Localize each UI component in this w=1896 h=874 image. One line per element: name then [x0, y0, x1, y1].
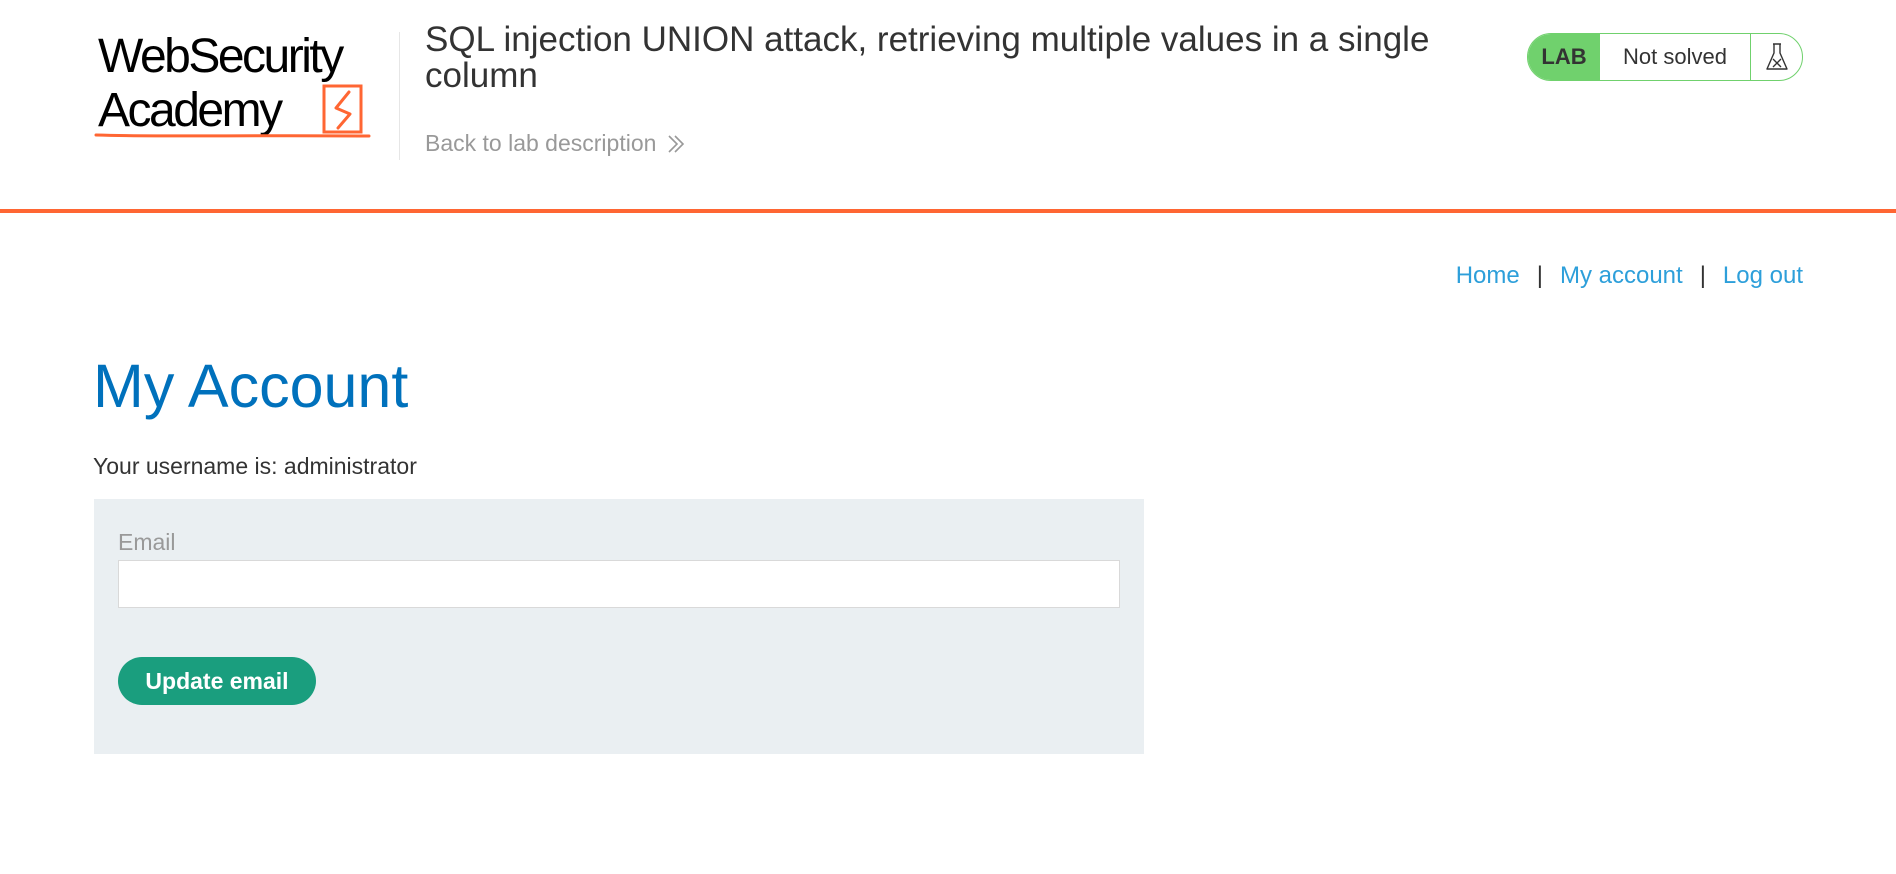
- nav-separator: |: [1699, 262, 1706, 289]
- web-security-academy-logo: WebSecurity Academy: [94, 30, 371, 138]
- email-field[interactable]: [118, 560, 1120, 608]
- nav-separator: |: [1536, 262, 1543, 289]
- logo-line1: WebSecurity: [98, 30, 344, 83]
- lab-header: WebSecurity Academy SQL injection UNION …: [0, 0, 1896, 213]
- lab-status-text: Not solved: [1600, 34, 1751, 80]
- logo-box: [322, 84, 363, 134]
- update-email-button[interactable]: Update email: [118, 657, 316, 705]
- header-divider: [399, 32, 400, 160]
- logo-underline: [94, 133, 371, 138]
- top-nav: Home | My account | Log out: [1456, 262, 1803, 290]
- nav-my-account-link[interactable]: My account: [1560, 262, 1683, 290]
- nav-home-link[interactable]: Home: [1456, 262, 1520, 290]
- page-title: My Account: [93, 352, 409, 420]
- email-label: Email: [118, 529, 176, 555]
- back-link-label: Back to lab description: [425, 130, 657, 156]
- double-chevron-right-icon: [668, 134, 685, 153]
- nav-log-out-link[interactable]: Log out: [1723, 262, 1803, 290]
- lab-status-widget: LAB Not solved: [1527, 33, 1803, 81]
- username-text: Your username is: administrator: [93, 453, 417, 479]
- logo-line2: Academy: [98, 84, 283, 137]
- back-to-lab-description-link[interactable]: Back to lab description: [425, 130, 686, 157]
- update-email-form: Email Update email: [94, 499, 1144, 754]
- lab-tag: LAB: [1528, 34, 1600, 80]
- flask-icon: [1751, 34, 1802, 80]
- logo-lightning: [334, 90, 352, 130]
- lab-title: SQL injection UNION attack, retrieving m…: [425, 20, 1430, 95]
